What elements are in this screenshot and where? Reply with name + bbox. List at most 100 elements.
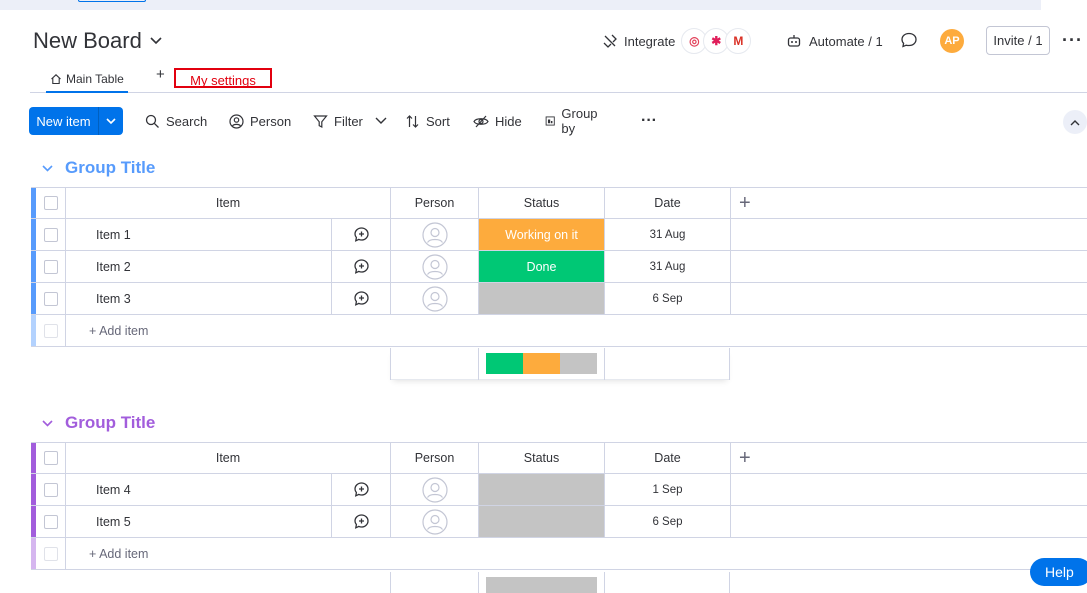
date-cell[interactable]: 31 Aug — [605, 251, 731, 282]
more-options-icon[interactable]: ··· — [1062, 30, 1083, 51]
table-row[interactable]: Item 3 6 Sep — [31, 283, 1087, 315]
add-update-icon[interactable] — [332, 251, 391, 282]
person-filter-button[interactable]: Person — [229, 107, 291, 135]
chevron-down-icon[interactable] — [42, 164, 53, 172]
automate-button[interactable]: Automate / 1 — [786, 26, 883, 56]
column-header-person[interactable]: Person — [391, 188, 479, 218]
tab-main-table-label: Main Table — [66, 72, 124, 86]
group-by-button[interactable]: Group by — [545, 106, 601, 136]
person-cell[interactable] — [391, 474, 479, 505]
new-item-dropdown[interactable] — [98, 107, 123, 135]
add-column-icon[interactable]: + — [731, 188, 1087, 218]
status-cell[interactable] — [479, 506, 605, 537]
add-item-row[interactable]: + Add item — [31, 315, 1087, 347]
add-column-icon[interactable]: + — [731, 443, 1087, 473]
row-checkbox[interactable] — [36, 283, 66, 314]
avatar[interactable]: AP — [940, 29, 964, 53]
status-cell[interactable]: Working on it — [479, 219, 605, 250]
person-cell[interactable] — [391, 219, 479, 250]
hide-button[interactable]: Hide — [473, 107, 522, 135]
table-row[interactable]: Item 5 6 Sep — [31, 506, 1087, 538]
status-summary-done — [486, 353, 523, 374]
new-item-label: New item — [36, 113, 91, 129]
filter-button[interactable]: Filter — [313, 107, 387, 135]
column-header-date[interactable]: Date — [605, 443, 731, 473]
date-cell[interactable]: 31 Aug — [605, 219, 731, 250]
empty-cell — [731, 283, 1087, 314]
empty-cell — [731, 219, 1087, 250]
integrate-label: Integrate — [624, 33, 676, 49]
table-row[interactable]: Item 1 Working on it 31 Aug — [31, 219, 1087, 251]
tab-main-table[interactable]: Main Table — [46, 67, 128, 93]
collapse-header-button[interactable] — [1063, 110, 1087, 134]
item-name[interactable]: Item 5 — [66, 506, 332, 537]
toolbar-more-icon[interactable]: ··· — [641, 107, 657, 135]
invite-button[interactable]: Invite / 1 — [986, 26, 1050, 55]
add-view-icon[interactable]: + — [156, 66, 165, 83]
search-button[interactable]: Search — [145, 107, 207, 135]
chat-icon[interactable] — [900, 31, 918, 49]
person-cell[interactable] — [391, 506, 479, 537]
add-item-input[interactable]: + Add item — [66, 315, 1087, 346]
group-title-text: Group Title — [65, 158, 156, 177]
person-placeholder-icon — [421, 476, 448, 503]
date-cell[interactable]: 1 Sep — [605, 474, 731, 505]
add-item-row[interactable]: + Add item — [31, 538, 1087, 570]
table-row[interactable]: Item 2 Done 31 Aug — [31, 251, 1087, 283]
add-item-input[interactable]: + Add item — [66, 538, 1087, 569]
integrate-button[interactable]: Integrate ◎ ✱ M — [602, 26, 752, 56]
view-tabs: Main Table + My settings — [30, 62, 1087, 93]
group-title[interactable]: Group Title — [42, 412, 155, 434]
group-title[interactable]: Group Title — [42, 157, 155, 179]
help-button[interactable]: Help — [1030, 558, 1087, 586]
add-update-icon[interactable] — [332, 474, 391, 505]
row-checkbox[interactable] — [36, 251, 66, 282]
search-label: Search — [166, 113, 208, 129]
select-all-checkbox[interactable] — [36, 443, 66, 473]
board-title[interactable]: New Board — [33, 28, 162, 54]
status-summary-bar[interactable] — [486, 353, 597, 374]
table-row[interactable]: Item 4 1 Sep — [31, 474, 1087, 506]
integrate-icon — [603, 34, 617, 48]
add-update-icon — [353, 291, 369, 306]
person-cell[interactable] — [391, 251, 479, 282]
row-checkbox[interactable] — [36, 506, 66, 537]
date-cell[interactable]: 6 Sep — [605, 283, 731, 314]
row-checkbox[interactable] — [36, 474, 66, 505]
row-checkbox — [36, 538, 66, 569]
add-update-icon[interactable] — [332, 506, 391, 537]
column-header-item[interactable]: Item — [66, 188, 391, 218]
item-name[interactable]: Item 4 — [66, 474, 332, 505]
top-strip-corner — [1041, 0, 1087, 10]
item-name[interactable]: Item 2 — [66, 251, 332, 282]
board-title-text: New Board — [33, 28, 142, 53]
date-cell[interactable]: 6 Sep — [605, 506, 731, 537]
column-header-date[interactable]: Date — [605, 188, 731, 218]
sort-button[interactable]: Sort — [405, 107, 450, 135]
tab-my-settings[interactable]: My settings — [174, 68, 272, 88]
status-summary-bar[interactable] — [486, 577, 597, 593]
chevron-down-icon[interactable] — [375, 117, 387, 125]
row-checkbox[interactable] — [36, 219, 66, 250]
filter-icon — [313, 114, 328, 128]
status-cell[interactable] — [479, 283, 605, 314]
empty-cell — [731, 506, 1087, 537]
status-cell[interactable]: Done — [479, 251, 605, 282]
add-update-icon[interactable] — [332, 283, 391, 314]
item-name[interactable]: Item 1 — [66, 219, 332, 250]
column-header-status[interactable]: Status — [479, 188, 605, 218]
new-item-button[interactable]: New item — [29, 107, 123, 135]
select-all-checkbox[interactable] — [36, 188, 66, 218]
summary-cell — [390, 348, 478, 380]
column-header-status[interactable]: Status — [479, 443, 605, 473]
person-placeholder-icon — [421, 221, 448, 248]
chevron-down-icon[interactable] — [42, 419, 53, 427]
column-header-person[interactable]: Person — [391, 443, 479, 473]
item-name[interactable]: Item 3 — [66, 283, 332, 314]
column-header-item[interactable]: Item — [66, 443, 391, 473]
person-cell[interactable] — [391, 283, 479, 314]
robot-icon — [787, 35, 801, 47]
top-strip-button-edge — [78, 0, 146, 2]
status-cell[interactable] — [479, 474, 605, 505]
add-update-icon[interactable] — [332, 219, 391, 250]
